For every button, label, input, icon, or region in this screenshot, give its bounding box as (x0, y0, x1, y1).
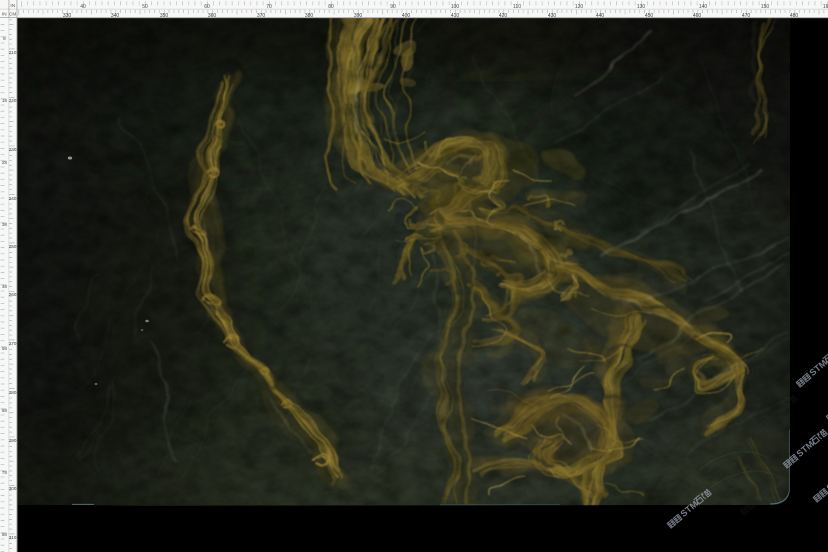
svg-text:28: 28 (2, 160, 8, 165)
svg-text:330: 330 (63, 13, 72, 19)
svg-text:440: 440 (596, 13, 605, 19)
svg-text:270: 270 (9, 341, 17, 346)
svg-text:450: 450 (645, 13, 654, 19)
svg-text:360: 360 (208, 13, 217, 19)
svg-text:IN: IN (2, 12, 7, 18)
svg-text:420: 420 (499, 13, 508, 19)
svg-text:160: 160 (823, 4, 828, 10)
svg-text:110: 110 (513, 4, 521, 10)
svg-text:48: 48 (2, 284, 8, 289)
svg-text:78: 78 (2, 470, 8, 475)
svg-text:410: 410 (451, 13, 460, 19)
svg-text:430: 430 (548, 13, 557, 19)
svg-text:IN: IN (10, 3, 15, 9)
svg-text:240: 240 (9, 196, 17, 201)
svg-text:50: 50 (142, 4, 148, 10)
svg-text:260: 260 (9, 292, 17, 297)
svg-text:210: 210 (9, 50, 17, 55)
svg-text:90: 90 (390, 4, 396, 10)
svg-text:340: 340 (111, 13, 120, 19)
svg-text:250: 250 (9, 244, 17, 249)
svg-text:480: 480 (790, 13, 799, 19)
svg-text:150: 150 (761, 4, 770, 10)
svg-text:58: 58 (2, 346, 8, 351)
svg-text:70: 70 (266, 4, 272, 10)
svg-text:40: 40 (80, 4, 86, 10)
svg-text:8: 8 (3, 36, 6, 41)
svg-text:130: 130 (637, 4, 646, 10)
svg-text:220: 220 (9, 98, 17, 103)
svg-text:120: 120 (575, 4, 584, 10)
svg-text:18: 18 (2, 98, 8, 103)
svg-text:370: 370 (257, 13, 266, 19)
svg-text:310: 310 (9, 535, 17, 540)
svg-text:80: 80 (328, 4, 334, 10)
svg-text:400: 400 (402, 13, 411, 19)
svg-text:CM: CM (9, 12, 16, 17)
svg-text:280: 280 (9, 390, 17, 395)
svg-text:350: 350 (160, 13, 169, 19)
svg-text:140: 140 (699, 4, 708, 10)
svg-text:68: 68 (2, 408, 8, 413)
svg-text:380: 380 (305, 13, 314, 19)
svg-text:230: 230 (9, 147, 17, 152)
svg-text:390: 390 (354, 13, 363, 19)
svg-text:290: 290 (9, 438, 17, 443)
svg-text:100: 100 (451, 4, 460, 10)
svg-text:88: 88 (2, 532, 8, 537)
svg-text:470: 470 (742, 13, 751, 19)
svg-text:38: 38 (2, 222, 8, 227)
svg-text:460: 460 (693, 13, 702, 19)
svg-text:300: 300 (9, 486, 17, 491)
svg-text:60: 60 (204, 4, 210, 10)
